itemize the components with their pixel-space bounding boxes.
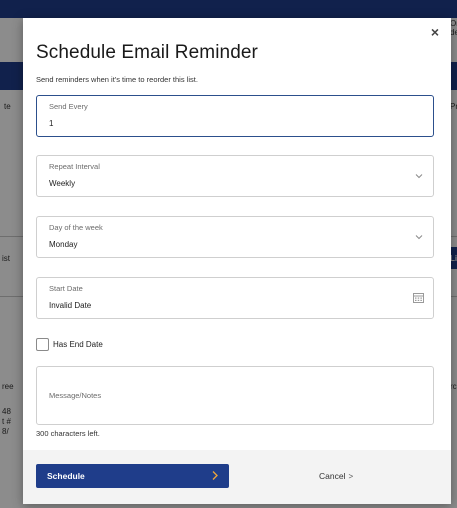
chevron-down-icon bbox=[415, 174, 423, 179]
modal-subtitle: Send reminders when it's time to reorder… bbox=[36, 75, 198, 84]
message-notes-textarea[interactable]: Message/Notes bbox=[36, 366, 434, 425]
cancel-button[interactable]: Cancel > bbox=[319, 471, 353, 481]
schedule-button[interactable]: Schedule bbox=[36, 464, 229, 488]
start-date-field[interactable]: Start Date Invalid Date bbox=[36, 277, 434, 319]
has-end-date-label[interactable]: Has End Date bbox=[53, 340, 103, 349]
day-of-week-value: Monday bbox=[49, 240, 78, 249]
schedule-reminder-modal: × Schedule Email Reminder Send reminders… bbox=[23, 18, 451, 504]
repeat-interval-select[interactable]: Repeat Interval Weekly bbox=[36, 155, 434, 197]
start-date-value: Invalid Date bbox=[49, 301, 92, 310]
calendar-icon[interactable] bbox=[413, 293, 424, 303]
schedule-button-label: Schedule bbox=[47, 471, 85, 481]
chevron-right-icon: > bbox=[348, 472, 354, 481]
message-notes-placeholder: Message/Notes bbox=[49, 391, 102, 400]
has-end-date-checkbox[interactable] bbox=[36, 338, 49, 351]
modal-footer: Schedule Cancel > bbox=[23, 450, 451, 504]
day-of-week-select[interactable]: Day of the week Monday bbox=[36, 216, 434, 258]
chevron-right-icon bbox=[212, 471, 218, 480]
send-every-label: Send Every bbox=[49, 102, 88, 111]
characters-left-counter: 300 characters left. bbox=[36, 429, 100, 438]
day-of-week-label: Day of the week bbox=[49, 223, 103, 232]
repeat-interval-value: Weekly bbox=[49, 179, 76, 188]
start-date-label: Start Date bbox=[49, 284, 83, 293]
modal-title: Schedule Email Reminder bbox=[36, 42, 258, 63]
cancel-label: Cancel bbox=[319, 471, 346, 481]
close-icon[interactable]: × bbox=[431, 25, 439, 39]
chevron-down-icon bbox=[415, 235, 423, 240]
repeat-interval-label: Repeat Interval bbox=[49, 162, 100, 171]
send-every-field[interactable]: Send Every 1 bbox=[36, 95, 434, 137]
send-every-value: 1 bbox=[49, 119, 54, 128]
